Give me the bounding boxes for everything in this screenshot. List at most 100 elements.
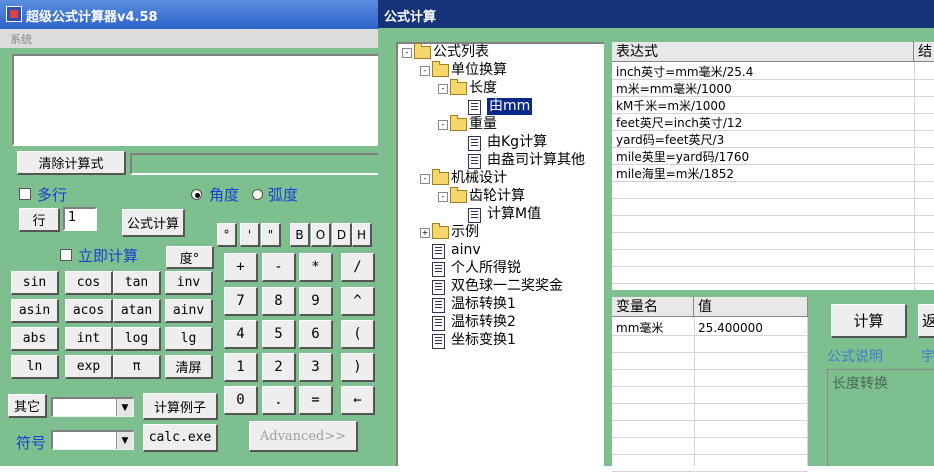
- expand-icon[interactable]: +: [420, 228, 430, 238]
- function-button[interactable]: int: [65, 327, 113, 351]
- keypad-button[interactable]: .: [262, 386, 296, 415]
- tree-node[interactable]: 由盎司计算其他: [400, 152, 604, 169]
- keypad-button[interactable]: +: [224, 253, 258, 282]
- function-button[interactable]: cos: [65, 271, 113, 295]
- base-button[interactable]: B: [290, 223, 310, 247]
- collapse-icon[interactable]: -: [420, 66, 430, 76]
- function-button[interactable]: ln: [11, 355, 59, 379]
- function-button[interactable]: asin: [11, 299, 59, 323]
- tree-node[interactable]: 个人所得锐: [400, 260, 604, 277]
- expression-cell[interactable]: feet英尺=inch英寸/12: [616, 115, 742, 132]
- symbol-dropdown[interactable]: ▼: [51, 430, 134, 450]
- result-field[interactable]: [130, 153, 380, 175]
- other-dropdown[interactable]: ▼: [51, 397, 134, 417]
- other-button[interactable]: 其它: [8, 394, 47, 418]
- calculate-button[interactable]: 计算: [831, 304, 907, 338]
- tree-node[interactable]: ainv: [400, 242, 604, 259]
- tree-node[interactable]: - 长度: [400, 79, 604, 97]
- collapse-icon[interactable]: -: [420, 174, 430, 184]
- tree-node[interactable]: - 重量: [400, 115, 604, 133]
- keypad-button[interactable]: *: [299, 253, 333, 282]
- function-button[interactable]: acos: [65, 299, 113, 323]
- expression-grid[interactable]: 表达式 结 inch英寸=mm毫米/25.4 m米=mm毫米/1000 kM千米=m…: [612, 42, 934, 290]
- return-button[interactable]: 返: [918, 304, 934, 338]
- base-button[interactable]: O: [311, 223, 331, 247]
- variable-value-header[interactable]: 值: [694, 297, 808, 317]
- expression-cell[interactable]: yard码=feet英尺/3: [616, 132, 724, 149]
- function-button[interactable]: inv: [165, 271, 213, 295]
- keypad-button[interactable]: 2: [262, 353, 296, 382]
- expression-cell[interactable]: m米=mm毫米/1000: [616, 81, 732, 98]
- formula-calc-button[interactable]: 公式计算: [122, 209, 185, 237]
- keypad-button[interactable]: 3: [299, 353, 333, 382]
- calculator-titlebar[interactable]: 超级公式计算器v4.58: [0, 0, 378, 29]
- expression-cell[interactable]: inch英寸=mm毫米/25.4: [616, 64, 753, 81]
- variable-value-cell[interactable]: 25.400000: [698, 320, 763, 337]
- function-button[interactable]: 清屏: [165, 355, 213, 379]
- function-button[interactable]: exp: [65, 355, 113, 379]
- expression-input[interactable]: [12, 54, 380, 146]
- expression-cell[interactable]: mile英里=yard码/1760: [616, 149, 749, 166]
- expression-header[interactable]: 表达式: [612, 42, 914, 62]
- expression-cell[interactable]: kM千米=m米/1000: [616, 98, 726, 115]
- tree-node[interactable]: 双色球一二奖奖金: [400, 278, 604, 295]
- expression-cell[interactable]: mile海里=m米/1852: [616, 166, 734, 183]
- keypad-button[interactable]: ←: [341, 386, 375, 415]
- function-button[interactable]: abs: [11, 327, 59, 351]
- tree-node[interactable]: + 示例: [400, 223, 604, 241]
- tree-node[interactable]: - 公式列表: [400, 43, 604, 61]
- advanced-button[interactable]: Advanced>>: [249, 421, 358, 452]
- chevron-down-icon[interactable]: ▼: [116, 399, 133, 416]
- radian-radio[interactable]: [252, 189, 263, 200]
- menu-system[interactable]: 系统: [10, 31, 32, 47]
- tree-node[interactable]: - 齿轮计算: [400, 187, 604, 205]
- keypad-button[interactable]: 1: [224, 353, 258, 382]
- function-button[interactable]: π: [113, 355, 161, 379]
- base-button[interactable]: D: [332, 223, 352, 247]
- formula-description-box[interactable]: 长度转换: [827, 369, 934, 466]
- calc-example-button[interactable]: 计算例子: [143, 393, 218, 420]
- keypad-button[interactable]: 9: [299, 287, 333, 316]
- keypad-button[interactable]: 5: [262, 320, 296, 349]
- base-button[interactable]: ': [240, 223, 260, 247]
- keypad-button[interactable]: (: [341, 320, 375, 349]
- tree-node[interactable]: 计算M值: [400, 206, 604, 223]
- tree-node[interactable]: 温标转换2: [400, 314, 604, 331]
- function-button[interactable]: log: [113, 327, 161, 351]
- formula-tree[interactable]: - 公式列表 - 单位换算 - 长度 由mm - 重量 由Kg计算 由盎司计算其他 - 机械设计 - 齿轮计…: [396, 42, 604, 466]
- keypad-button[interactable]: 4: [224, 320, 258, 349]
- keypad-button[interactable]: 0: [224, 386, 258, 415]
- keypad-button[interactable]: 7: [224, 287, 258, 316]
- function-button[interactable]: lg: [165, 327, 213, 351]
- collapse-icon[interactable]: -: [438, 192, 448, 202]
- base-button[interactable]: ": [261, 223, 281, 247]
- base-button[interactable]: H: [352, 223, 372, 247]
- tree-node[interactable]: 由mm: [400, 98, 604, 115]
- collapse-icon[interactable]: -: [438, 120, 448, 130]
- tree-node[interactable]: - 机械设计: [400, 169, 604, 187]
- tree-node[interactable]: 坐标变换1: [400, 332, 604, 349]
- result-header[interactable]: 结: [914, 42, 934, 62]
- variable-name-header[interactable]: 变量名: [612, 297, 694, 317]
- tree-node[interactable]: 温标转换1: [400, 296, 604, 313]
- keypad-button[interactable]: =: [299, 386, 333, 415]
- keypad-button[interactable]: /: [341, 253, 375, 282]
- variable-name-cell[interactable]: mm毫米: [616, 320, 663, 337]
- keypad-button[interactable]: -: [262, 253, 296, 282]
- clear-expression-button[interactable]: 清除计算式: [17, 151, 126, 175]
- instant-calc-checkbox[interactable]: [60, 249, 72, 261]
- tree-node[interactable]: 由Kg计算: [400, 134, 604, 151]
- keypad-button[interactable]: 6: [299, 320, 333, 349]
- collapse-icon[interactable]: -: [402, 48, 412, 58]
- function-button[interactable]: tan: [113, 271, 161, 295]
- function-button[interactable]: atan: [113, 299, 161, 323]
- variable-grid[interactable]: 变量名 值 mm毫米 25.400000: [612, 297, 808, 472]
- degree-radio[interactable]: [191, 189, 202, 200]
- keypad-button[interactable]: ): [341, 353, 375, 382]
- function-button[interactable]: sin: [11, 271, 59, 295]
- base-button[interactable]: °: [217, 223, 237, 247]
- tree-node[interactable]: - 单位换算: [400, 61, 604, 79]
- calc-exe-button[interactable]: calc.exe: [143, 424, 218, 452]
- keypad-button[interactable]: ^: [341, 287, 375, 316]
- row-input[interactable]: 1: [63, 207, 97, 231]
